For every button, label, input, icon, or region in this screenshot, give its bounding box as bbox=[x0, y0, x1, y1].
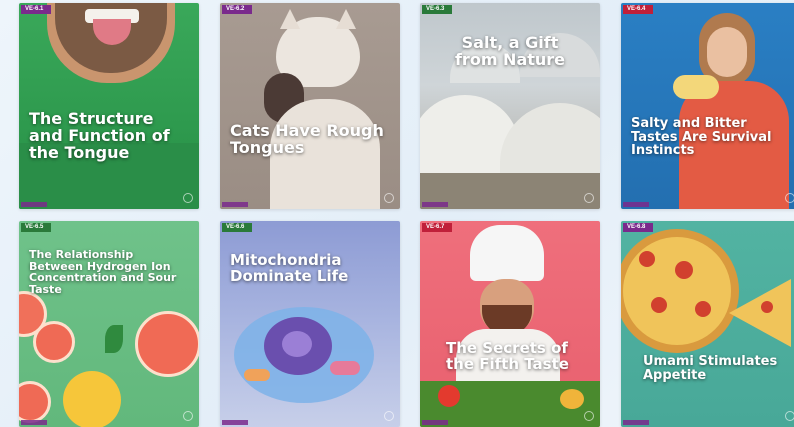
book-code-badge: VE-6.8 bbox=[623, 223, 653, 232]
book-card-tongue[interactable]: VE-6.1 The Structure and Function of the… bbox=[19, 3, 199, 209]
publisher-logo-icon bbox=[183, 193, 193, 203]
book-card-fifth-taste[interactable]: VE-6.7 The Secrets of the Fifth Taste bbox=[420, 221, 600, 427]
publisher-logo-icon bbox=[785, 411, 794, 421]
publisher-logo-icon bbox=[584, 411, 594, 421]
book-code-badge: VE-6.5 bbox=[21, 223, 51, 232]
book-title: Cats Have Rough Tongues bbox=[230, 121, 384, 157]
book-card-cat[interactable]: VE-6.2 Cats Have Rough Tongues bbox=[220, 3, 400, 209]
publisher-strip bbox=[21, 420, 47, 425]
book-card-survival[interactable]: VE-6.4 Salty and Bitter Tastes Are Survi… bbox=[621, 3, 794, 209]
publisher-strip bbox=[422, 202, 448, 207]
cover-image bbox=[220, 3, 400, 209]
book-code-badge: VE-6.3 bbox=[422, 5, 452, 14]
book-card-salt[interactable]: VE-6.3 Salt, a Gift from Nature bbox=[420, 3, 600, 209]
book-title: Salt, a Gift from Nature bbox=[454, 33, 566, 69]
publisher-strip bbox=[422, 420, 448, 425]
cover-image bbox=[621, 3, 794, 209]
book-code-badge: VE-6.4 bbox=[623, 5, 653, 14]
book-title: The Relationship Between Hydrogen Ion Co… bbox=[29, 248, 177, 296]
publisher-logo-icon bbox=[584, 193, 594, 203]
cover-image bbox=[420, 221, 600, 427]
book-code-badge: VE-6.2 bbox=[222, 5, 252, 14]
book-title: Salty and Bitter Tastes Are Survival Ins… bbox=[631, 116, 772, 159]
book-code-badge: VE-6.1 bbox=[21, 5, 51, 14]
publisher-strip bbox=[21, 202, 47, 207]
publisher-logo-icon bbox=[785, 193, 794, 203]
book-title: The Secrets of the Fifth Taste bbox=[446, 339, 569, 373]
publisher-logo-icon bbox=[384, 193, 394, 203]
book-code-badge: VE-6.7 bbox=[422, 223, 452, 232]
publisher-strip bbox=[623, 420, 649, 425]
book-code-badge: VE-6.6 bbox=[222, 223, 252, 232]
cover-image bbox=[621, 221, 794, 427]
book-card-sour[interactable]: VE-6.5 The Relationship Between Hydrogen… bbox=[19, 221, 199, 427]
publisher-logo-icon bbox=[183, 411, 193, 421]
book-card-umami[interactable]: VE-6.8 Umami Stimulates Appetite bbox=[621, 221, 794, 427]
book-title: Umami Stimulates Appetite bbox=[643, 354, 778, 383]
publisher-strip bbox=[623, 202, 649, 207]
book-grid: VE-6.1 The Structure and Function of the… bbox=[0, 0, 794, 427]
cover-image bbox=[19, 3, 199, 209]
book-title: The Structure and Function of the Tongue bbox=[29, 109, 170, 162]
publisher-strip bbox=[222, 420, 248, 425]
book-card-mitochondria[interactable]: VE-6.6 Mitochondria Dominate Life bbox=[220, 221, 400, 427]
book-title: Mitochondria Dominate Life bbox=[230, 251, 349, 285]
publisher-logo-icon bbox=[384, 411, 394, 421]
publisher-strip bbox=[222, 202, 248, 207]
